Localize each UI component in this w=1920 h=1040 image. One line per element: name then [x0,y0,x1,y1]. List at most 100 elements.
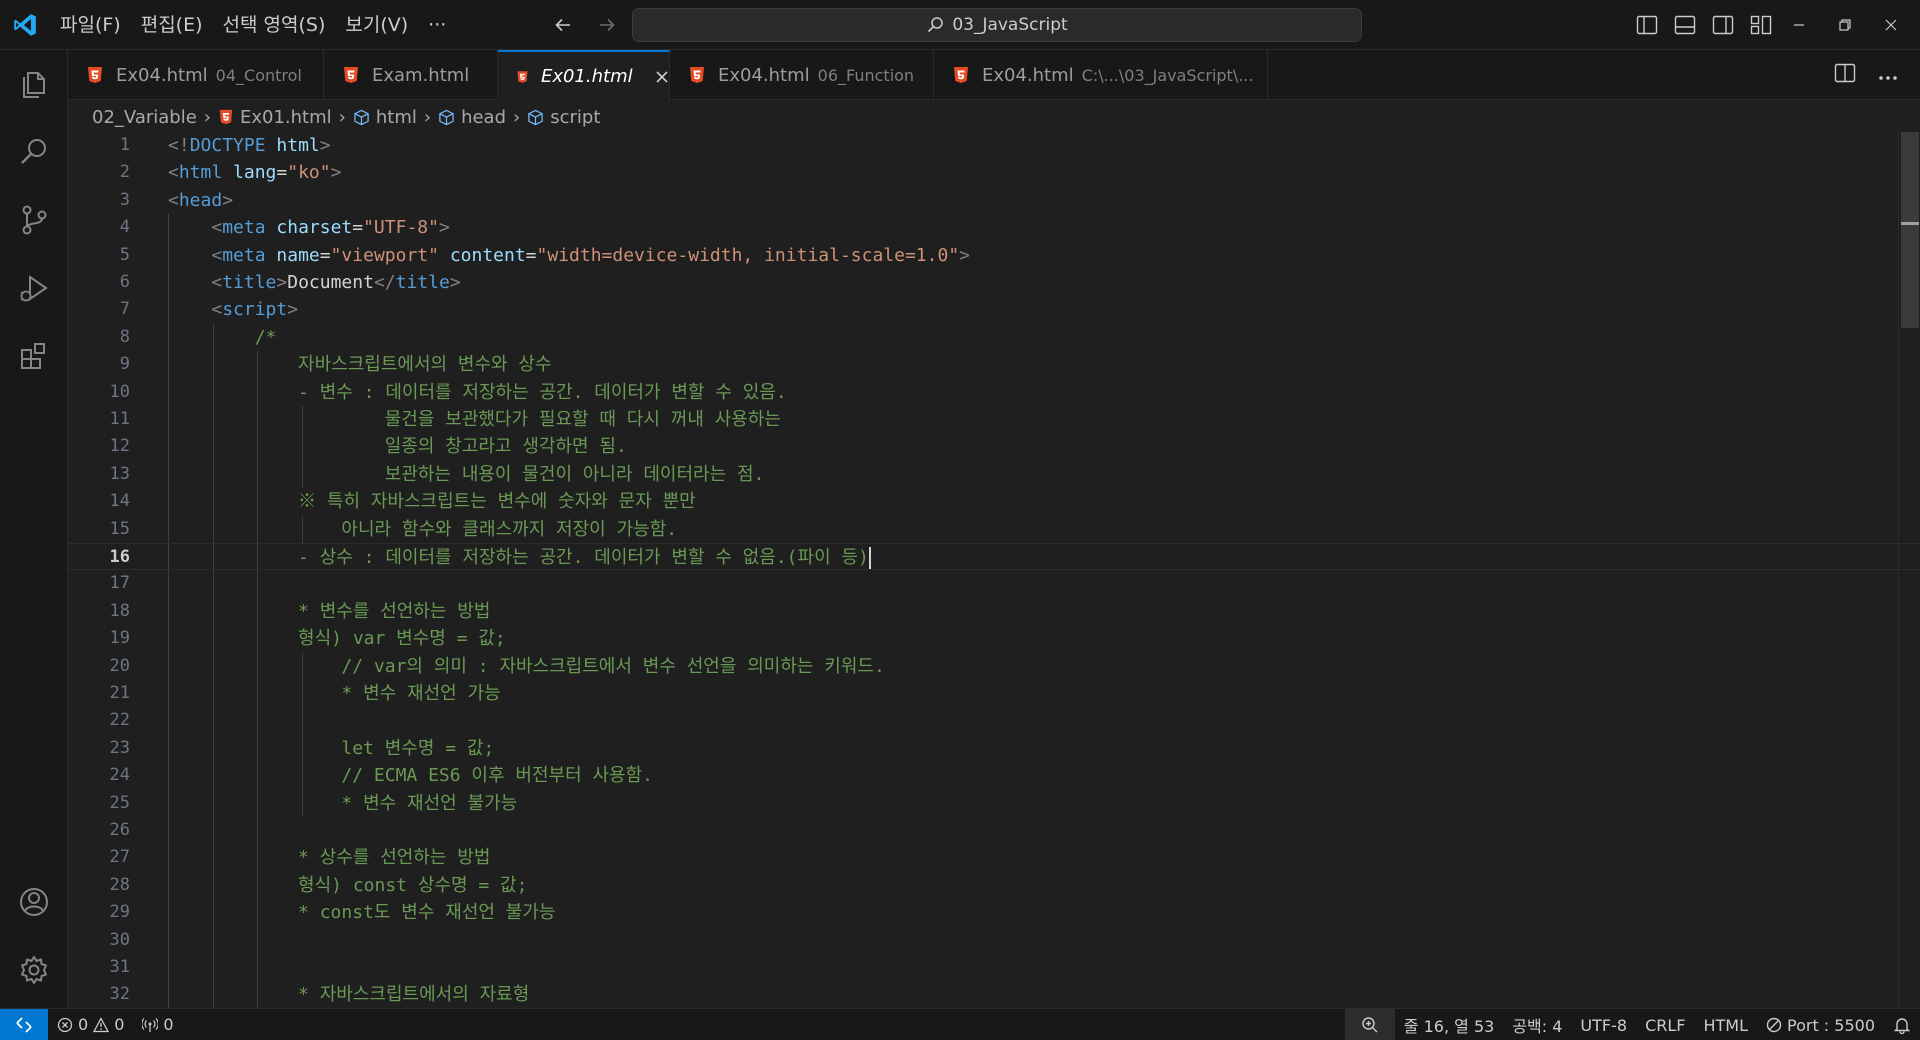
code-line[interactable]: 22 [68,707,1920,734]
code-line[interactable]: 13 보관하는 내용이 물건이 아니라 데이터라는 점. [68,461,1920,488]
breadcrumb-head[interactable]: head [438,107,506,128]
encoding[interactable]: UTF-8 [1571,1009,1636,1040]
notifications-bell-icon[interactable] [1884,1009,1920,1040]
problems-indicator[interactable]: 0 0 [48,1009,133,1040]
breadcrumb-script[interactable]: script [527,107,600,128]
html5-file-icon [690,67,704,83]
code-token: * 자바스크립트에서의 자료형 [168,984,530,1006]
tab-ex04-control[interactable]: Ex04.html 04_Control [68,50,324,100]
menu-view[interactable]: 보기(V) [335,0,418,50]
restore-icon[interactable] [1822,0,1868,50]
toggle-primary-sidebar-icon[interactable] [1634,12,1660,38]
editor-tab-bar: Ex04.html 04_Control Exam.html Ex01.html… [68,50,1920,101]
forward-arrow-icon[interactable] [592,10,622,40]
code-token: 형식) const 상수명 = 값; [168,874,528,896]
code-line[interactable]: 2 <html lang="ko"> [68,159,1920,186]
code-line[interactable]: 6 <title>Document</title> [68,269,1920,296]
tab-ex01-active[interactable]: Ex01.html [498,50,670,101]
code-line[interactable]: 4 <meta charset="UTF-8"> [68,214,1920,241]
circle-slash-icon [1766,1017,1782,1033]
code-line[interactable]: 14 ※ 특히 자바스크립트는 변수에 숫자와 문자 뿐만 [68,488,1920,515]
toggle-panel-icon[interactable] [1672,12,1698,38]
code-line[interactable]: 31 [68,954,1920,981]
tab-ex04-javascript[interactable]: Ex04.html C:\...\03_JavaScript\... [934,50,1268,100]
line-number: 18 [109,600,130,621]
indentation[interactable]: 공백: 4 [1503,1009,1571,1040]
ports-indicator[interactable]: 0 [133,1009,182,1040]
code-line[interactable]: 27 * 상수를 선언하는 방법 [68,844,1920,871]
code-text: - 상수 : 데이터를 저장하는 공간. 데이터가 변할 수 없음.(파이 등) [168,544,871,571]
code-line[interactable]: 9 자바스크립트에서의 변수와 상수 [68,351,1920,378]
code-line[interactable]: 23 let 변수명 = 값; [68,735,1920,762]
code-line[interactable]: 21 * 변수 재선언 가능 [68,680,1920,707]
code-line[interactable]: 5 <meta name="viewport" content="width=d… [68,242,1920,269]
source-control-icon[interactable] [0,186,68,254]
line-ending[interactable]: CRLF [1636,1009,1694,1040]
code-line[interactable]: 29 * const도 변수 재선언 불가능 [68,899,1920,926]
tab-ex04-function[interactable]: Ex04.html 06_Function [670,50,934,100]
code-line[interactable]: 1 <!DOCTYPE html> [68,132,1920,159]
code-line[interactable]: 7 <script> [68,296,1920,323]
cursor-position[interactable]: 줄 16, 열 53 [1395,1009,1504,1040]
code-line[interactable]: 19 형식) var 변수명 = 값; [68,625,1920,652]
code-line[interactable]: 24 // ECMA ES6 이후 버전부터 사용함. [68,762,1920,789]
extensions-icon[interactable] [0,322,68,390]
zoom-icon[interactable] [1344,1009,1395,1040]
back-arrow-icon[interactable] [548,10,578,40]
tab-exam[interactable]: Exam.html [324,50,498,100]
menu-file[interactable]: 파일(F) [50,0,131,50]
search-activity-icon[interactable] [0,118,68,186]
code-line[interactable]: 8 /* [68,324,1920,351]
remote-indicator-icon[interactable] [0,1008,48,1040]
minimize-icon[interactable] [1776,0,1822,50]
toggle-secondary-sidebar-icon[interactable] [1710,12,1736,38]
close-window-icon[interactable] [1868,0,1914,50]
breadcrumb-file[interactable]: Ex01.html [218,107,332,128]
code-line[interactable]: 3 <head> [68,187,1920,214]
code-token: = [319,244,331,266]
split-editor-icon[interactable] [1834,63,1856,87]
symbol-element-icon [439,109,454,125]
code-line[interactable]: 10 - 변수 : 데이터를 저장하는 공간. 데이터가 변할 수 있음. [68,379,1920,406]
menu-more[interactable]: ··· [418,0,456,50]
code-line[interactable]: 20 // var의 의미 : 자바스크립트에서 변수 선언을 의미하는 키워드… [68,653,1920,680]
command-center-search[interactable]: 03_JavaScript [632,8,1362,42]
code-token: > [438,217,450,239]
code-line[interactable]: 18 * 변수를 선언하는 방법 [68,598,1920,625]
close-tab-icon[interactable] [655,67,669,87]
menu-selection[interactable]: 선택 영역(S) [213,0,336,50]
code-line[interactable]: 30 [68,927,1920,954]
language-mode[interactable]: HTML [1694,1009,1757,1040]
code-token: lang [233,162,277,184]
breadcrumb-folder[interactable]: 02_Variable [92,107,197,128]
vscode-logo-icon [0,0,50,50]
accounts-icon[interactable] [0,868,68,936]
explorer-icon[interactable] [0,50,68,118]
code-line[interactable]: 15 아니라 함수와 클래스까지 저장이 가능함. [68,516,1920,543]
code-token: > [330,162,342,184]
code-line[interactable]: 25 * 변수 재선언 불가능 [68,790,1920,817]
code-line[interactable]: 26 [68,817,1920,844]
run-debug-icon[interactable] [0,254,68,322]
code-line[interactable]: 11 물건을 보관했다가 필요할 때 다시 꺼내 사용하는 [68,406,1920,433]
html5-file-icon [88,67,102,83]
more-actions-icon[interactable] [1878,66,1898,85]
code-line[interactable]: 28 형식) const 상수명 = 값; [68,872,1920,899]
code-line[interactable]: 32 * 자바스크립트에서의 자료형 [68,981,1920,1008]
code-editor[interactable]: 1 <!DOCTYPE html> 2 <html lang="ko"> 3 <head>… [68,132,1920,1008]
editor-scrollbar[interactable] [1898,132,1920,1008]
code-token: > [222,189,234,211]
customize-layout-icon[interactable] [1748,12,1774,38]
menu-edit[interactable]: 편집(E) [131,0,213,50]
code-line[interactable]: 12 일종의 창고라고 생각하면 됨. [68,433,1920,460]
live-server-port[interactable]: Port : 5500 [1757,1009,1884,1040]
code-token: "viewport" [330,244,450,266]
code-line[interactable]: 16 - 상수 : 데이터를 저장하는 공간. 데이터가 변할 수 없음.(파이… [68,543,1920,571]
code-token: "ko" [287,162,331,184]
search-icon [928,17,944,33]
scrollbar-thumb[interactable] [1901,132,1919,328]
breadcrumb-html[interactable]: html [353,107,417,128]
code-line[interactable]: 17 [68,570,1920,597]
settings-gear-icon[interactable] [0,936,68,1004]
